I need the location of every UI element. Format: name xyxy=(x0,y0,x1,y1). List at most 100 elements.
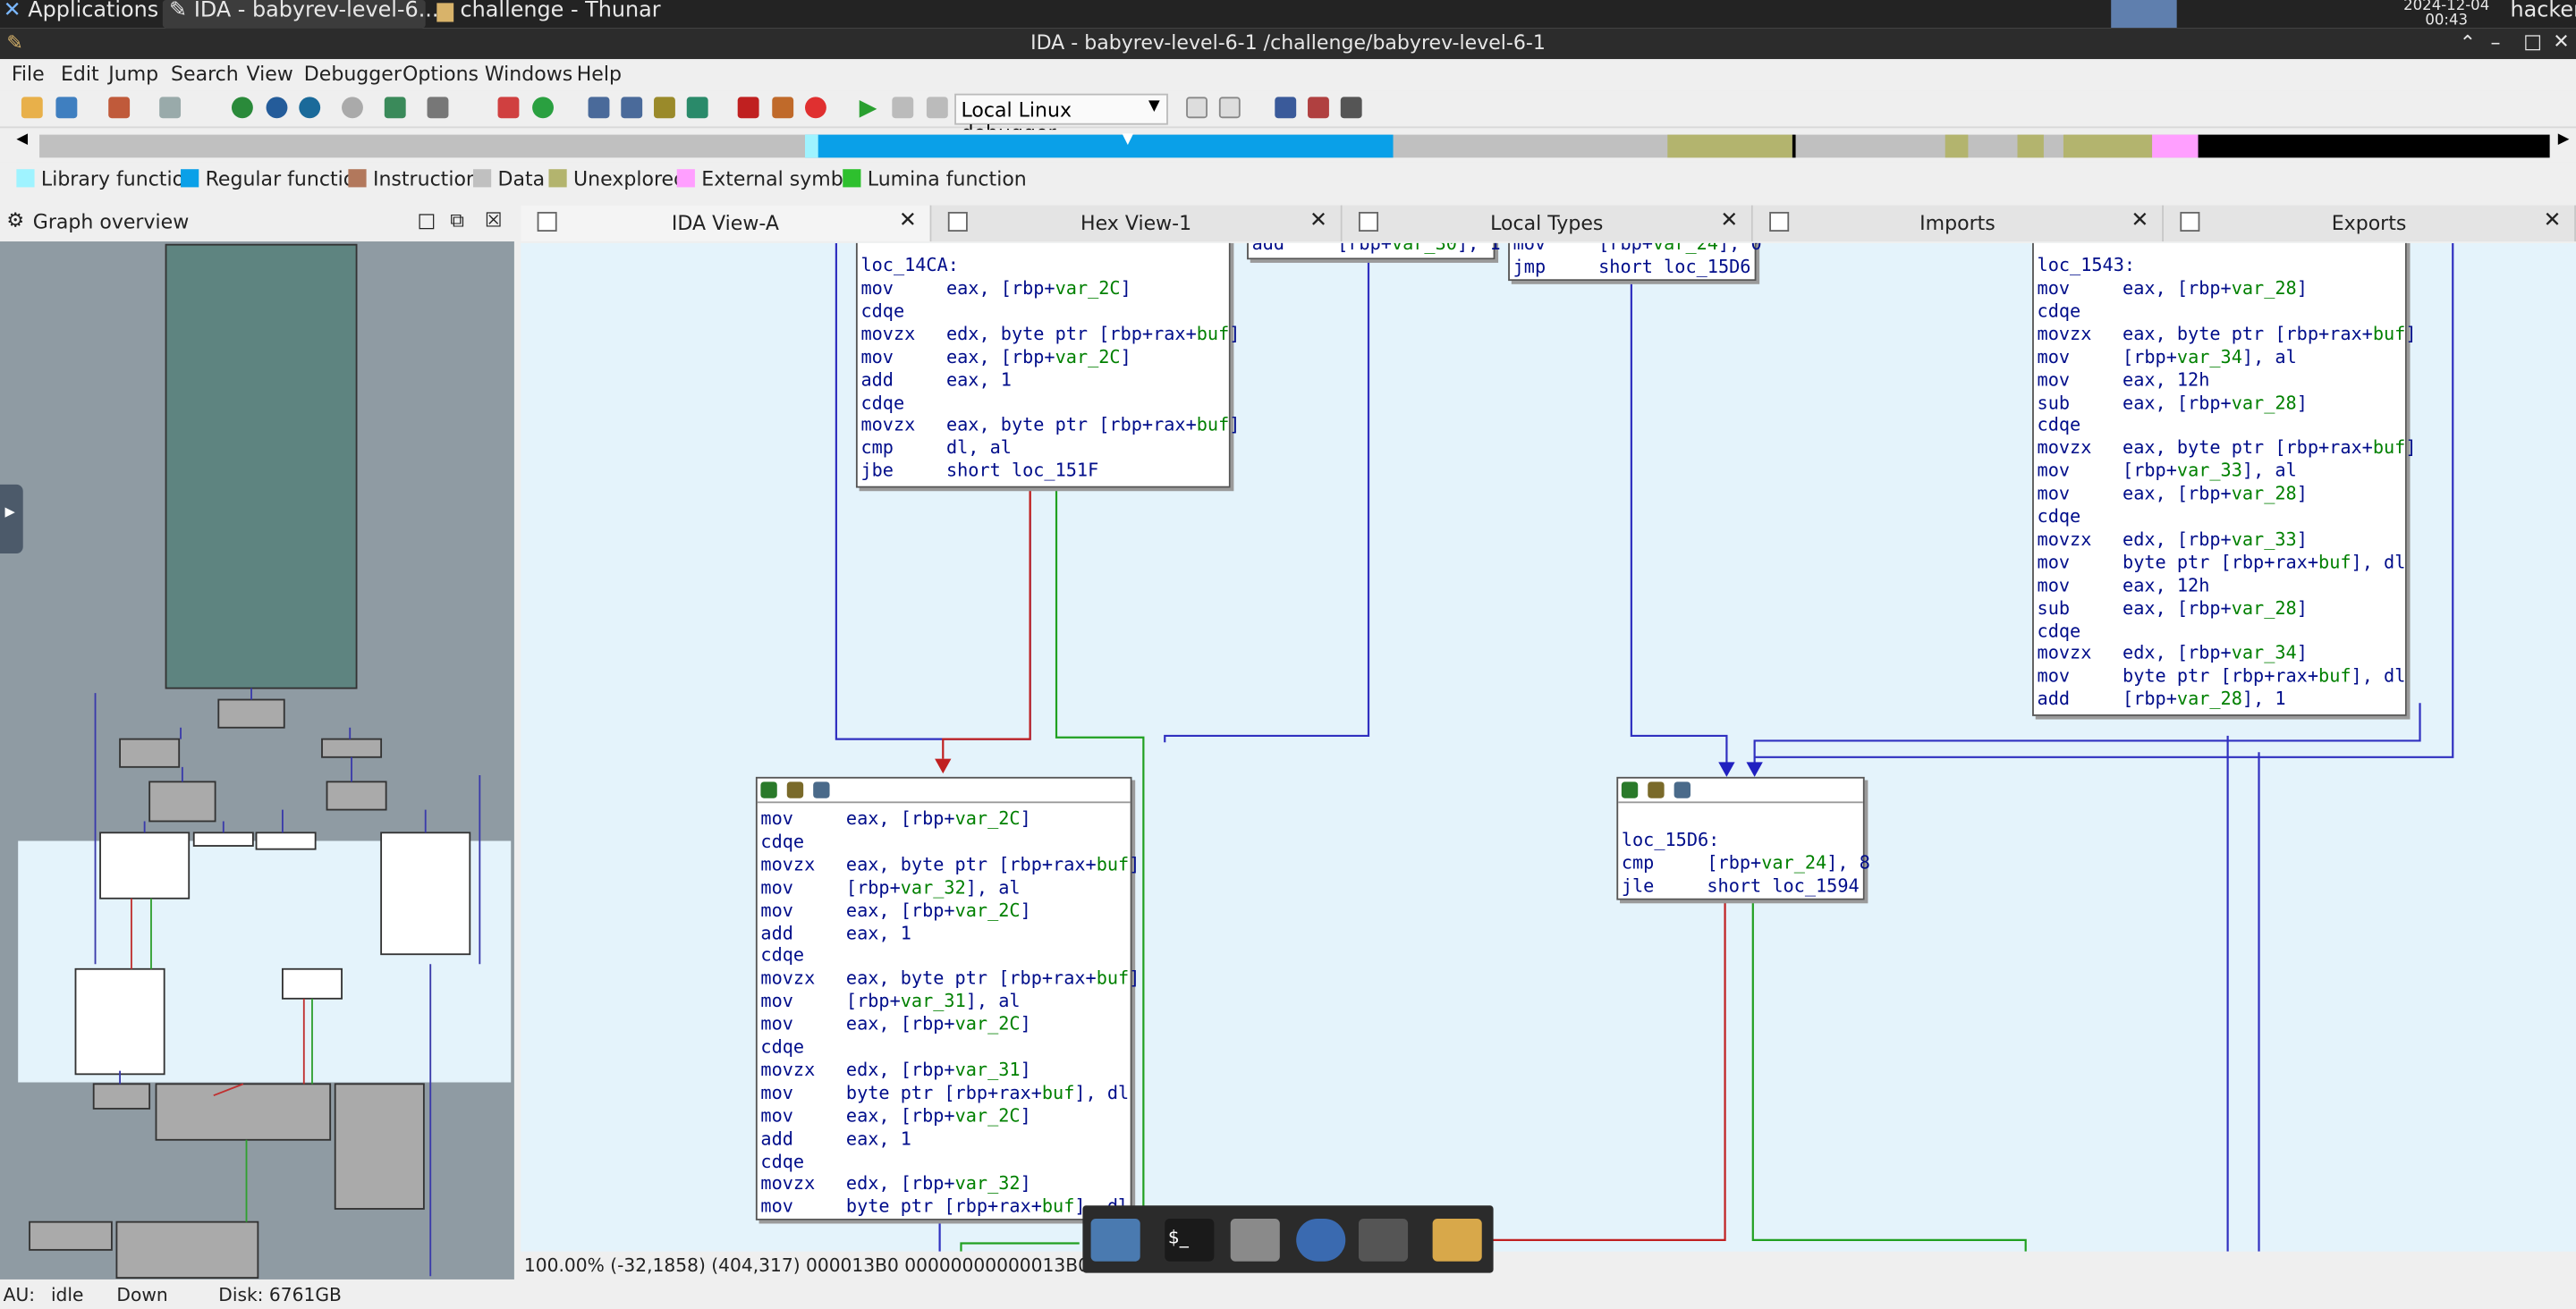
globe4-icon[interactable] xyxy=(342,97,363,119)
menu-debugger[interactable]: Debugger xyxy=(304,63,402,86)
search-icon[interactable] xyxy=(1358,1218,1409,1262)
terminal-icon[interactable]: $_ xyxy=(1165,1218,1215,1262)
edit-icon[interactable] xyxy=(1648,781,1665,798)
instruction-line[interactable]: mov eax, [rbp+var_2C] xyxy=(760,808,1030,832)
float-icon[interactable]: □ xyxy=(418,208,436,232)
web-browser-icon[interactable] xyxy=(1296,1218,1346,1262)
instruction-line[interactable]: mov eax, [rbp+var_2C] xyxy=(860,346,1131,369)
close-tab-icon[interactable]: ✕ xyxy=(1720,208,1738,233)
collapse-icon[interactable]: ⌃ xyxy=(2460,31,2476,55)
instruction-line[interactable]: sub eax, [rbp+var_28] xyxy=(2038,392,2308,415)
instruction-line[interactable]: movbyte ptr [rbp+rax+buf], dl xyxy=(760,1196,1129,1220)
func-icon[interactable] xyxy=(621,97,643,119)
tab-ida-view-a[interactable]: IDA View-A ✕ xyxy=(521,205,932,242)
menu-jump[interactable]: Jump xyxy=(108,63,158,86)
instruction-line[interactable]: movbyte ptr [rbp+rax+buf], dl xyxy=(760,1082,1129,1105)
close-tab-icon[interactable]: ✕ xyxy=(2131,208,2148,233)
close-tab-icon[interactable]: ✕ xyxy=(1309,208,1327,233)
applications-menu[interactable]: ✕ Applications xyxy=(4,0,159,28)
tray-avatar-icon[interactable] xyxy=(2111,0,2177,29)
instruction-line[interactable]: cdqe xyxy=(2038,415,2123,438)
close-tab-icon[interactable]: ✕ xyxy=(899,208,917,233)
side-handle[interactable]: ▶ xyxy=(0,484,23,554)
nav-right-icon[interactable]: ▶ xyxy=(2558,131,2570,148)
ida-graph-view[interactable]: loc_14CA: mov eax, [rbp+var_2C] cdqe movzx e… xyxy=(521,242,2576,1252)
instruction-line[interactable]: mov eax, [rbp+var_2C] xyxy=(760,899,1030,923)
instruction-line[interactable]: cdqe xyxy=(860,300,946,324)
instruction-line[interactable]: mov [rbp+var_34], al xyxy=(2038,346,2297,369)
instruction-line[interactable]: movzx edx, byte ptr [rbp+rax+buf] xyxy=(860,323,1240,346)
show-desktop-icon[interactable] xyxy=(1090,1218,1140,1262)
instruction-line[interactable]: cdqe xyxy=(760,1151,846,1174)
code-block-loc-1543[interactable]: loc_1543: mov eax, [rbp+var_28] cdqe movzx e… xyxy=(2032,242,2417,716)
close-pane-icon[interactable]: ☒ xyxy=(485,208,503,232)
menu-file[interactable]: File xyxy=(12,63,45,86)
instruction-line[interactable]: add [rbp+var_28], 1 xyxy=(2038,688,2286,712)
instruction-line[interactable]: mov [rbp+var_32], al xyxy=(760,876,1020,899)
code-block-partial[interactable]: mov [rbp+var_24], 0 jmp short loc_15D6 xyxy=(1508,242,1762,282)
edit-icon[interactable] xyxy=(786,781,804,798)
list2-icon[interactable] xyxy=(1308,97,1329,119)
names-icon[interactable] xyxy=(654,97,675,119)
open-icon[interactable] xyxy=(21,97,43,119)
menu-help[interactable]: Help xyxy=(577,63,622,86)
lumina-icon[interactable] xyxy=(532,97,554,119)
instruction-line[interactable]: mov [rbp+var_31], al xyxy=(760,991,1020,1014)
instruction-line[interactable]: add eax, 1 xyxy=(760,1127,911,1151)
stop-debug-icon[interactable] xyxy=(926,97,948,119)
instruction-line[interactable]: mov eax, 12h xyxy=(2038,574,2210,597)
graph-zoom-icon[interactable] xyxy=(813,781,830,798)
close-tab-icon[interactable]: ✕ xyxy=(2543,208,2561,233)
stop-icon[interactable] xyxy=(737,97,759,119)
instruction-line[interactable]: movzx eax, byte ptr [rbp+rax+buf] xyxy=(760,854,1140,877)
instruction-line[interactable]: mov eax, 12h xyxy=(2038,369,2210,393)
instruction-line[interactable]: movzx edx, [rbp+var_34] xyxy=(2038,643,2308,666)
instruction-line[interactable]: sub eax, [rbp+var_28] xyxy=(2038,597,2308,621)
instruction-line[interactable]: cdqe xyxy=(760,1036,846,1060)
instruction-line[interactable]: movzx eax, byte ptr [rbp+rax+buf] xyxy=(760,967,1140,991)
color-icon[interactable] xyxy=(760,781,777,798)
menu-windows[interactable]: Windows xyxy=(485,63,572,86)
instruction-line[interactable]: cdqe xyxy=(860,392,946,415)
instruction-line[interactable]: mov eax, [rbp+var_28] xyxy=(2038,483,2308,506)
tab-local-types[interactable]: Local Types ✕ xyxy=(1342,205,1753,242)
patch-icon[interactable] xyxy=(772,97,794,119)
instruction-line[interactable]: cmp [rbp+var_24], 8 xyxy=(1622,852,1870,875)
instruction-line[interactable]: jmp short loc_15D6 xyxy=(1513,256,1751,279)
step-into-icon[interactable] xyxy=(1186,97,1208,119)
graph-overview[interactable] xyxy=(0,241,514,1279)
file-manager-icon[interactable] xyxy=(1432,1218,1482,1262)
instruction-line[interactable]: mov eax, [rbp+var_2C] xyxy=(760,1014,1030,1037)
clock[interactable]: 2024-12-04 00:43 xyxy=(2403,0,2489,29)
instruction-line[interactable]: movbyte ptr [rbp+rax+buf], dl xyxy=(2038,552,2406,575)
instruction-line[interactable]: mov [rbp+var_33], al xyxy=(2038,460,2297,484)
instruction-line[interactable]: movzx eax, byte ptr [rbp+rax+buf] xyxy=(2038,323,2417,346)
code-block-loc-15d6[interactable]: loc_15D6: cmp [rbp+var_24], 8 jle short loc… xyxy=(1616,776,1870,900)
instruction-line[interactable]: movzx edx, [rbp+var_33] xyxy=(2038,528,2308,552)
instruction-line[interactable]: mov [rbp+var_24], 0 xyxy=(1513,243,1762,257)
navigation-band[interactable]: ◀ ▼ ▶ xyxy=(0,130,2576,163)
instruction-line[interactable]: cdqe xyxy=(2038,300,2123,324)
menu-view[interactable]: View xyxy=(247,63,293,86)
instruction-line[interactable]: movzx edx, [rbp+var_31] xyxy=(760,1060,1030,1083)
save-icon[interactable] xyxy=(55,97,78,119)
instruction-line[interactable]: cmp dl, al xyxy=(860,437,1012,460)
user-name[interactable]: hacker xyxy=(2511,0,2576,28)
play-icon[interactable]: ▶ xyxy=(860,96,877,122)
list3-icon[interactable] xyxy=(1340,97,1362,119)
list-icon[interactable] xyxy=(1275,97,1297,119)
instruction-line[interactable]: cdqe xyxy=(760,831,846,854)
pause-icon[interactable] xyxy=(892,97,914,119)
instruction-line[interactable]: cdqe xyxy=(2038,506,2123,529)
instruction-line[interactable]: add [rbp+var_30], 1 xyxy=(1252,243,1501,257)
instruction-line[interactable]: mov eax, [rbp+var_28] xyxy=(2038,277,2308,300)
jump-icon[interactable] xyxy=(384,97,406,119)
instruction-line[interactable]: mov eax, [rbp+var_2C] xyxy=(860,277,1131,300)
instruction-line[interactable]: movzx edx, [rbp+var_32] xyxy=(760,1173,1030,1196)
text-icon[interactable] xyxy=(427,97,449,119)
globe2-icon[interactable] xyxy=(266,97,288,119)
instruction-line[interactable]: mov eax, [rbp+var_2C] xyxy=(760,1105,1030,1128)
menu-edit[interactable]: Edit xyxy=(61,63,99,86)
instruction-line[interactable]: movzx eax, byte ptr [rbp+rax+buf] xyxy=(860,415,1240,438)
seg-icon[interactable] xyxy=(588,97,610,119)
